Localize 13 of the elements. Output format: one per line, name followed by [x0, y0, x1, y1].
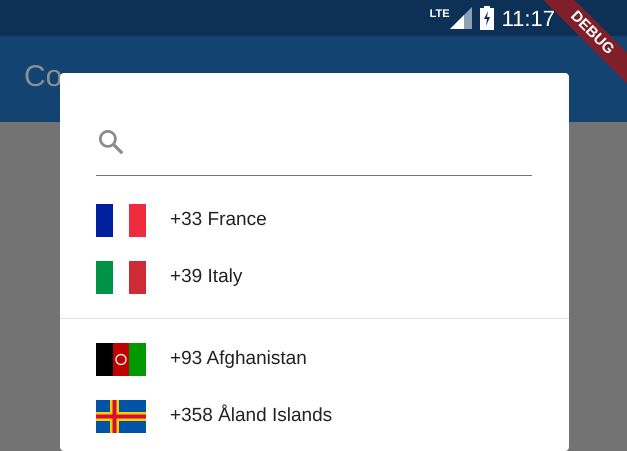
flag-icon — [96, 343, 146, 376]
flag-icon — [96, 261, 146, 294]
flag-icon — [96, 204, 146, 237]
country-item[interactable]: +33 France — [60, 192, 569, 249]
clock-time: 11:17 — [502, 4, 555, 32]
signal-icon — [450, 7, 472, 29]
country-item[interactable]: +358 Åland Islands — [60, 388, 569, 445]
network-label: LTE — [430, 7, 450, 22]
battery-icon — [480, 6, 494, 30]
country-item[interactable]: +93 Afghanistan — [60, 331, 569, 388]
search-icon — [96, 127, 126, 157]
country-item[interactable]: +39 Italy — [60, 249, 569, 306]
flag-icon — [96, 400, 146, 433]
